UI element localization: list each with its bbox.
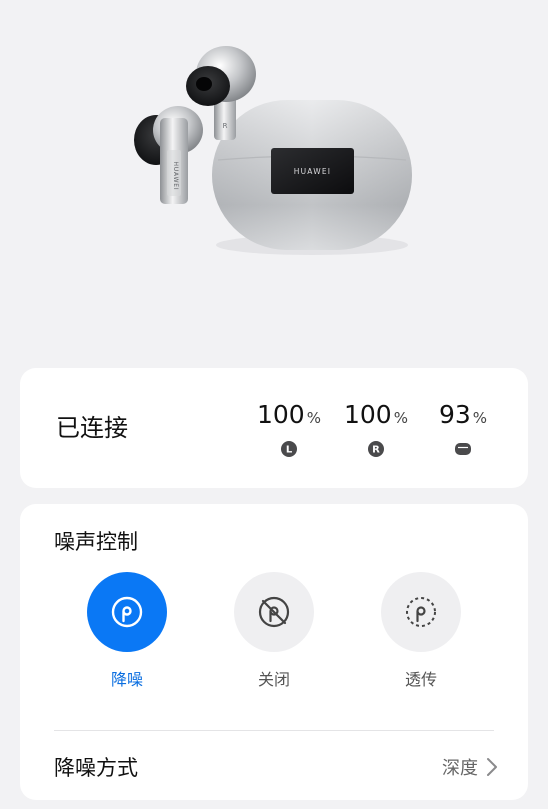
product-image: HUAWEI R HUAWEI xyxy=(0,0,548,350)
mode-button[interactable] xyxy=(234,572,314,652)
anc-mode-label: 降噪方式 xyxy=(54,756,138,780)
svg-text:L: L xyxy=(286,445,293,456)
left-earbud-icon: L xyxy=(281,441,297,457)
battery-unit: % xyxy=(472,409,488,427)
battery-value: 100 xyxy=(257,400,305,429)
right-earbud-battery: 100% R xyxy=(331,398,421,457)
anc-mode-value: 深度 xyxy=(442,758,478,779)
battery-value: 93 xyxy=(438,400,471,429)
noise-control-title: 噪声控制 xyxy=(54,530,138,554)
right-earbud-icon: R xyxy=(368,441,384,457)
charging-case-icon xyxy=(455,443,471,455)
svg-text:R: R xyxy=(223,122,228,130)
noise-control-card: 噪声控制 降噪 关闭 透传 降噪方式 深度 xyxy=(20,504,528,800)
mode-noise-cancelling[interactable]: 降噪 xyxy=(77,572,177,690)
case-battery: 93% xyxy=(418,398,508,457)
mode-off[interactable]: 关闭 xyxy=(224,572,324,690)
left-earbud: HUAWEI xyxy=(134,106,203,204)
left-earbud-battery: 100% L xyxy=(244,398,334,457)
case-brand-text: HUAWEI xyxy=(294,167,331,176)
battery-unit: % xyxy=(306,409,321,427)
divider xyxy=(54,730,494,731)
chevron-right-icon xyxy=(487,758,497,776)
mode-button[interactable] xyxy=(87,572,167,652)
connection-status-card: 已连接 100% L 100% R 93% xyxy=(20,368,528,488)
noise-control-off-icon xyxy=(258,596,290,628)
mode-label: 降噪 xyxy=(110,670,143,689)
awareness-icon xyxy=(406,597,436,627)
svg-text:R: R xyxy=(372,445,380,456)
battery-value: 100 xyxy=(344,400,392,429)
mode-awareness[interactable]: 透传 xyxy=(371,572,471,690)
anc-mode-row[interactable]: 降噪方式 深度 xyxy=(54,750,498,784)
connection-status: 已连接 xyxy=(56,414,128,442)
mode-label: 透传 xyxy=(404,670,437,689)
mode-label: 关闭 xyxy=(257,670,290,689)
svg-text:HUAWEI: HUAWEI xyxy=(172,162,179,191)
mode-button[interactable] xyxy=(381,572,461,652)
battery-unit: % xyxy=(393,409,408,427)
noise-cancelling-icon xyxy=(111,596,143,628)
